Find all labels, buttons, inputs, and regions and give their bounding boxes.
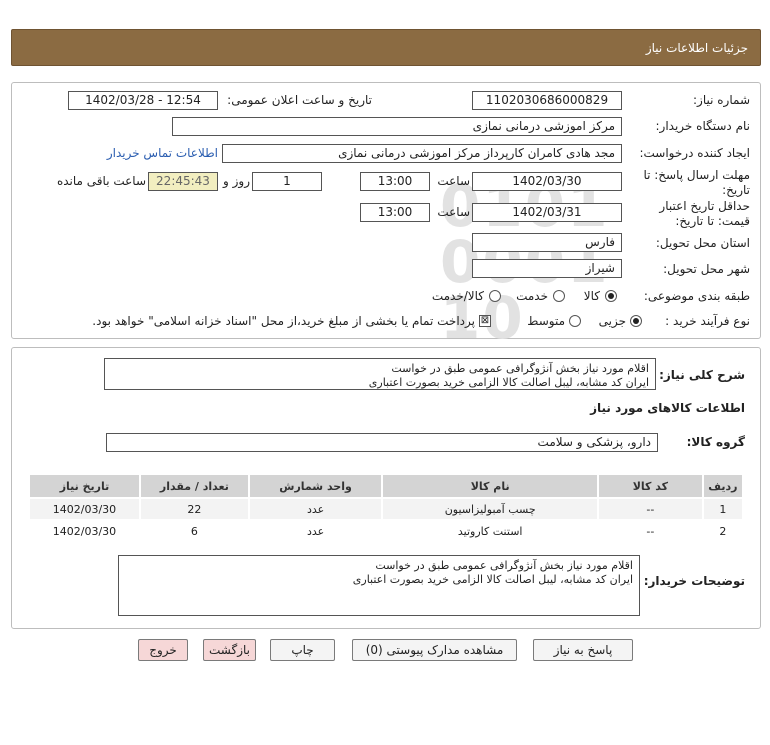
city-field: شیراز <box>472 259 622 278</box>
col-row-number: ردیف <box>703 475 742 497</box>
goods-group-field: دارو، پزشکی و سلامت <box>106 433 658 452</box>
goods-table: ردیف کد کالا نام کالا واحد شمارش تعداد /… <box>28 473 744 543</box>
days-label: روز و <box>223 174 250 188</box>
buyer-notes-line-2: ایران کد مشابه، لیبل اصالت کالا الزامی خ… <box>352 573 633 586</box>
category-option-goods: کالا <box>583 289 600 303</box>
unit-cell: عدد <box>249 521 382 541</box>
treasury-payment-checkbox[interactable]: ⊠ <box>479 315 491 327</box>
need-summary-label: شرح کلی نیاز: <box>659 368 745 382</box>
page-title: جزئیات اطلاعات نیاز <box>645 41 748 55</box>
goods-section-title: اطلاعات کالاهای مورد نیاز <box>590 401 745 415</box>
col-goods-code: کد کالا <box>599 475 702 497</box>
buyer-org-field: مرکز اموزشی درمانی نمازی <box>172 117 622 136</box>
treasury-payment-note: پرداخت تمام یا بخشی از مبلغ خرید،از محل … <box>92 314 475 328</box>
col-quantity: تعداد / مقدار <box>140 475 248 497</box>
validity-date-field: 1402/03/31 <box>472 203 622 222</box>
need-date-cell: 1402/03/30 <box>30 521 139 541</box>
validity-label-line2: قیمت: تا تاریخ: <box>675 214 750 228</box>
process-option-medium: متوسط <box>527 314 565 328</box>
buyer-notes-line-1: اقلام مورد نیاز بخش آنژوگرافی عمومی طبق … <box>375 559 633 572</box>
reply-to-need-button[interactable]: پاسخ به نیاز <box>533 639 633 661</box>
goods-group-label: گروه کالا: <box>686 435 745 449</box>
province-field: فارس <box>472 233 622 252</box>
category-radio-goods[interactable] <box>605 290 617 302</box>
announce-datetime-label: تاریخ و ساعت اعلان عمومی: <box>227 93 372 107</box>
validity-time-label: ساعت <box>437 205 470 219</box>
category-option-service: خدمت <box>516 289 548 303</box>
need-number-label: شماره نیاز: <box>693 93 750 107</box>
back-button[interactable]: بازگشت <box>203 639 256 661</box>
category-radio-goods-service[interactable] <box>489 290 501 302</box>
goods-table-header: ردیف کد کالا نام کالا واحد شمارش تعداد /… <box>30 475 742 497</box>
goods-code-cell: -- <box>599 521 702 541</box>
city-label: شهر محل تحویل: <box>663 262 750 276</box>
remaining-time-label: ساعت باقی مانده <box>56 174 146 188</box>
process-radio-medium[interactable] <box>569 315 581 327</box>
buyer-org-label: نام دستگاه خریدار: <box>655 119 751 133</box>
quantity-cell: 6 <box>140 521 248 541</box>
process-radio-partial[interactable] <box>630 315 642 327</box>
col-goods-name: نام کالا <box>383 475 598 497</box>
goods-name-cell: چسب آمبولیزاسیون <box>383 499 598 519</box>
process-option-partial: جزیی <box>598 314 626 328</box>
validity-time-field: 13:00 <box>360 203 430 222</box>
row-number-cell: 1 <box>703 499 742 519</box>
requester-field: مجد هادی کامران کارپرداز مرکز اموزشی درم… <box>222 144 622 163</box>
category-label: طبقه بندی موضوعی: <box>643 289 750 303</box>
col-unit: واحد شمارش <box>249 475 382 497</box>
validity-label-line1: حداقل تاریخ اعتبار <box>659 199 750 213</box>
need-summary-line-2: ایران کد مشابه، لیبل اصالت کالا الزامی خ… <box>368 376 649 389</box>
announce-datetime-field: 1402/03/28 - 12:54 <box>68 91 218 110</box>
exit-button[interactable]: خروج <box>138 639 188 661</box>
remaining-time-field: 22:45:43 <box>148 172 218 191</box>
deadline-date-field: 1402/03/30 <box>472 172 622 191</box>
requester-label: ایجاد کننده درخواست: <box>639 146 750 160</box>
table-row: 2 -- استنت کاروتید عدد 6 1402/03/30 <box>30 521 742 541</box>
quantity-cell: 22 <box>140 499 248 519</box>
deadline-time-label: ساعت <box>437 174 470 188</box>
goods-code-cell: -- <box>599 499 702 519</box>
row-number-cell: 2 <box>703 521 742 541</box>
page-header: جزئیات اطلاعات نیاز <box>11 29 761 66</box>
need-summary-box: اقلام مورد نیاز بخش آنژوگرافی عمومی طبق … <box>104 358 656 390</box>
table-row: 1 -- چسب آمبولیزاسیون عدد 22 1402/03/30 <box>30 499 742 519</box>
category-option-goods-service: کالا/خدمت <box>431 289 484 303</box>
need-date-cell: 1402/03/30 <box>30 499 139 519</box>
goods-name-cell: استنت کاروتید <box>383 521 598 541</box>
buyer-contact-link[interactable]: اطلاعات تماس خریدار <box>60 146 218 160</box>
need-summary-line-1: اقلام مورد نیاز بخش آنژوگرافی عمومی طبق … <box>391 362 649 375</box>
col-need-date: تاریخ نیاز <box>30 475 139 497</box>
print-button[interactable]: چاپ <box>270 639 335 661</box>
need-number-field: 1102030686000829 <box>472 91 622 110</box>
view-attachments-button[interactable]: مشاهده مدارک پیوستی (0) <box>352 639 517 661</box>
category-radio-service[interactable] <box>553 290 565 302</box>
buyer-notes-label: توضیحات خریدار: <box>643 574 745 588</box>
days-remaining-field: 1 <box>252 172 322 191</box>
unit-cell: عدد <box>249 499 382 519</box>
province-label: استان محل تحویل: <box>655 236 750 250</box>
deadline-label-line1: مهلت ارسال پاسخ: تا <box>643 168 750 182</box>
process-type-label: نوع فرآیند خرید : <box>665 314 750 328</box>
buyer-notes-box: اقلام مورد نیاز بخش آنژوگرافی عمومی طبق … <box>118 555 640 616</box>
deadline-time-field: 13:00 <box>360 172 430 191</box>
deadline-label-line2: تاریخ: <box>722 183 750 197</box>
